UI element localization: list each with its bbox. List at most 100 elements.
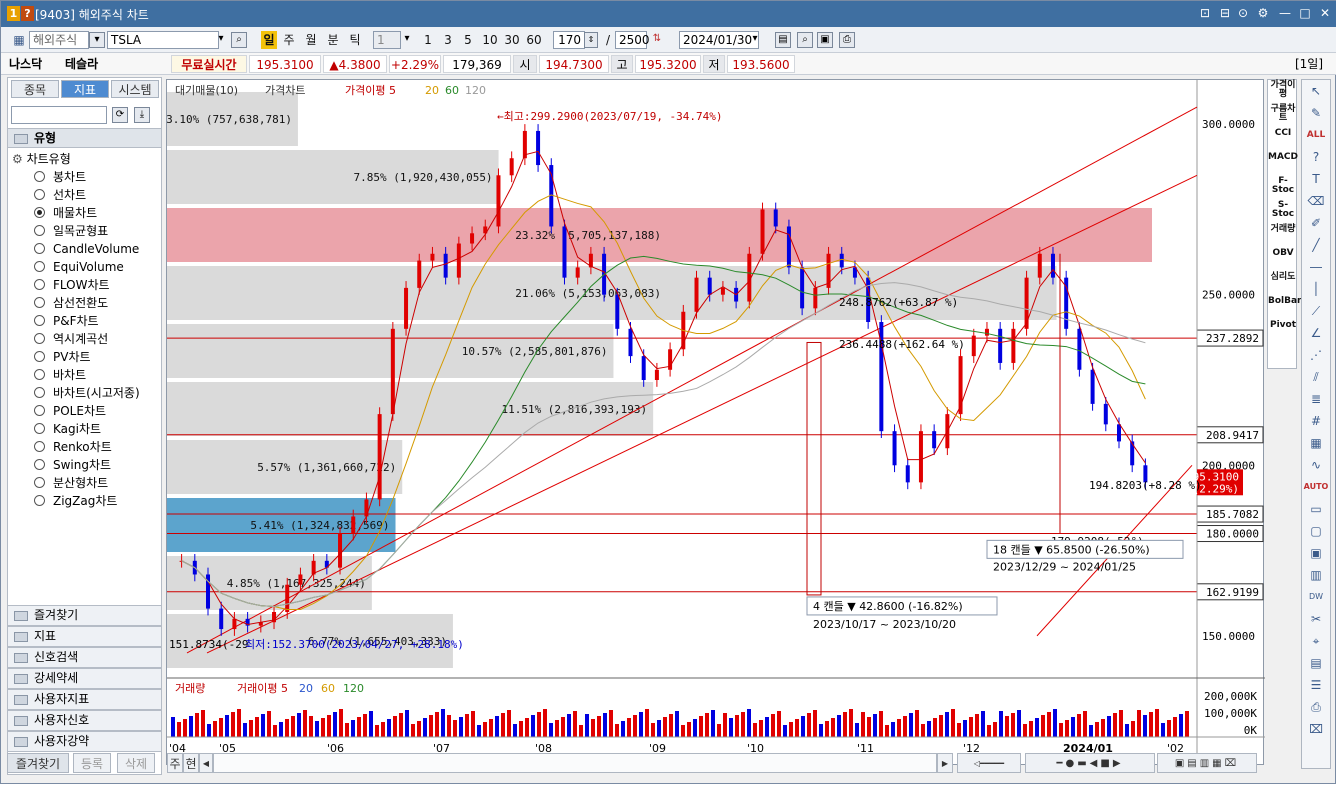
interval-30-button[interactable]: 30 [502,31,522,49]
menu-3[interactable]: 강세약세 [7,668,162,689]
bars-icon[interactable]: ▥ [1302,564,1330,586]
interval-10-button[interactable]: 10 [480,31,500,49]
all-icon[interactable]: ALL [1302,124,1330,146]
radio-icon[interactable] [34,333,45,344]
angle-icon[interactable]: ∠ [1302,322,1330,344]
tab-systems[interactable]: 시스템 [111,80,159,98]
radio-icon[interactable] [34,261,45,272]
search-icon[interactable]: ⌕ [231,32,247,48]
doc-icon[interactable]: ▤ [1302,652,1330,674]
settings-icon[interactable]: ⚙ [1255,5,1271,21]
indicator-button[interactable]: 가격이평 [1268,80,1298,104]
interval-1-button[interactable]: 1 [421,31,435,49]
indicator-button[interactable]: 구름차트 [1268,104,1298,128]
radio-icon[interactable] [34,279,45,290]
tab-stocks[interactable]: 종목 [11,80,59,98]
menu-2[interactable]: 신호검색 [7,647,162,668]
print-icon[interactable]: ⎙ [839,32,855,48]
view-count-input[interactable]: 170 [553,31,585,49]
radio-icon[interactable] [34,441,45,452]
help-icon[interactable]: ? [21,6,34,21]
list-icon[interactable]: ☰ [1302,674,1330,696]
realtime-badge[interactable]: 무료실시간 [171,55,247,73]
tool-icon[interactable]: ✂ [1302,608,1330,630]
cycle-icon[interactable]: ∿ [1302,454,1330,476]
view-count-spinner[interactable]: ⇕ [584,32,598,48]
radio-icon[interactable] [34,405,45,416]
radio-icon[interactable] [34,351,45,362]
period-minute-button[interactable]: 분 [325,31,341,49]
window-icon[interactable]: ▢ [1302,520,1330,542]
type-group-header[interactable]: 유형 [8,128,161,148]
chart-type-item[interactable]: 분산형차트 [34,474,140,492]
cursor-icon[interactable]: ↖ [1302,80,1330,102]
radio-icon[interactable] [34,189,45,200]
dw-icon[interactable]: DW [1302,586,1330,608]
indicator-button[interactable]: 거래량 [1268,224,1298,248]
layout-icon[interactable]: ⊟ [1217,5,1233,21]
scroll-left-icon[interactable]: ◀ [199,753,213,773]
register-button[interactable]: 등록 [73,753,111,773]
text-icon[interactable]: T [1302,168,1330,190]
chart-type-item[interactable]: 선차트 [34,186,140,204]
favorites-button[interactable]: 즐겨찾기 [7,753,69,773]
grid-icon[interactable]: ▦ [9,31,29,49]
menu-5[interactable]: 사용자신호 [7,710,162,731]
box-icon[interactable]: ▭ [1302,498,1330,520]
chart-type-item[interactable]: PV차트 [34,348,140,366]
grid-tool-icon[interactable]: ▦ [1302,432,1330,454]
scroll-right-icon[interactable]: ▶ [937,753,953,773]
lock-icon[interactable]: ⌧ [1302,718,1330,740]
magnet-icon[interactable]: ⌖ [1302,630,1330,652]
reload-icon[interactable]: ⟳ [112,107,128,123]
calc-icon[interactable]: ▣ [1302,542,1330,564]
zoom-icon[interactable]: ⌕ [797,32,813,48]
period-tick-button[interactable]: 틱 [347,31,363,49]
chart-type-item[interactable]: Kagi차트 [34,420,140,438]
radio-icon[interactable] [34,297,45,308]
interval-3-button[interactable]: 3 [441,31,455,49]
menu-6[interactable]: 사용자강약 [7,731,162,752]
chart-type-item[interactable]: FLOW차트 [34,276,140,294]
chart-type-item[interactable]: 봉차트 [34,168,140,186]
market-select[interactable]: 해외주식 [29,31,89,49]
radio-icon[interactable] [34,387,45,398]
hline-icon[interactable]: ― [1302,256,1330,278]
download-icon[interactable]: ⤓ [134,107,150,123]
interval-5-button[interactable]: 5 [461,31,475,49]
chart-type-item[interactable]: 바차트(시고저종) [34,384,140,402]
period-day-button[interactable]: 일 [261,31,277,49]
zoom-slider[interactable]: ◁━━━━━ [957,753,1021,773]
chart-type-item[interactable]: CandleVolume [34,240,140,258]
market-dropdown-icon[interactable]: ▾ [89,32,105,48]
symbol-input[interactable]: TSLA [107,31,219,49]
badge-one[interactable]: 1 [7,6,20,21]
crosshair-icon[interactable]: ✎ [1302,102,1330,124]
radio-icon[interactable] [34,369,45,380]
playback-controls[interactable]: ━●▬◀■▶ [1025,753,1155,773]
indicator-button[interactable]: MACD [1268,152,1298,176]
interval-60-button[interactable]: 60 [524,31,544,49]
radio-icon[interactable] [34,225,45,236]
symbol-dropdown-icon[interactable]: ▾ [213,32,229,48]
radio-icon[interactable] [34,459,45,470]
radio-icon[interactable] [34,171,45,182]
chart-type-item[interactable]: 삼선전환도 [34,294,140,312]
total-count-input[interactable]: 2500 [615,31,650,49]
date-dropdown-icon[interactable]: ▾ [747,32,763,48]
tab-indicators[interactable]: 지표 [61,80,109,98]
fibo-icon[interactable]: ≣ [1302,388,1330,410]
chart-type-item[interactable]: 일목균형표 [34,222,140,240]
indicator-search-input[interactable] [11,106,107,124]
radio-icon[interactable] [34,207,45,218]
chart-type-item[interactable]: Swing차트 [34,456,140,474]
minimize-button[interactable]: — [1277,5,1293,21]
indicator-button[interactable]: S-Stoc [1268,200,1298,224]
indicator-button[interactable]: 심리도 [1268,272,1298,296]
chart-type-item[interactable]: POLE차트 [34,402,140,420]
chart-setting-icon[interactable]: ▤ [775,32,791,48]
menu-4[interactable]: 사용자지표 [7,689,162,710]
chart-type-item[interactable]: EquiVolume [34,258,140,276]
vline-icon[interactable]: │ [1302,278,1330,300]
trend-icon[interactable]: ⟋ [1302,300,1330,322]
